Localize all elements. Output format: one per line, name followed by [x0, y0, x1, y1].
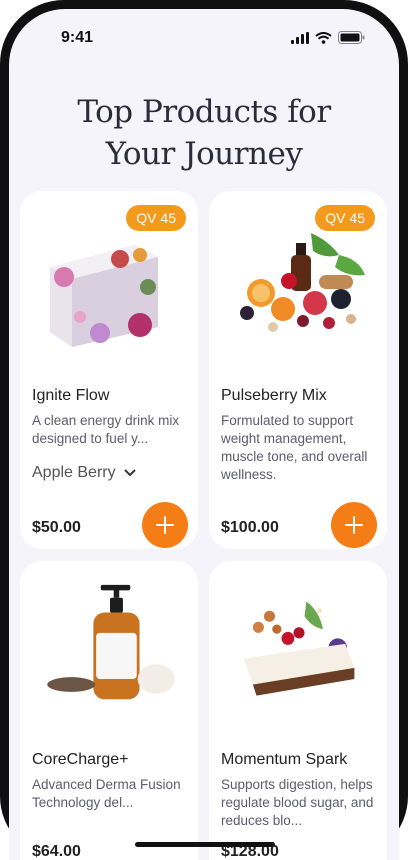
product-description: Formulated to support weight management,…: [221, 413, 368, 482]
phone-frame: 9:41 Top Products for Your Journey QV 45…: [0, 0, 408, 860]
product-card-pulseberry-mix[interactable]: QV 45 Pulseberry Mix Formulated to suppo…: [209, 191, 387, 549]
wifi-icon: [315, 31, 332, 44]
title-line-1: Top Products for: [77, 94, 331, 130]
page-title: Top Products for Your Journey: [9, 91, 399, 175]
home-indicator[interactable]: [135, 842, 275, 847]
product-card-corecharge[interactable]: CoreCharge+ Advanced Derma Fusion Techno…: [20, 561, 198, 860]
product-card-momentum-spark[interactable]: Momentum Spark Supports digestion, helps…: [209, 561, 387, 860]
add-to-cart-button[interactable]: [142, 502, 188, 548]
plus-icon: [156, 516, 174, 534]
product-image: [243, 601, 355, 696]
qv-badge: QV 45: [126, 205, 186, 231]
plus-icon: [345, 516, 363, 534]
add-to-cart-button[interactable]: [331, 502, 377, 548]
product-price: $50.00: [32, 519, 81, 536]
product-name: CoreCharge+: [32, 751, 129, 768]
product-description: Advanced Derma Fusion Technology del...: [32, 777, 181, 810]
status-icons: [291, 31, 365, 44]
title-line-2: Your Journey: [105, 136, 303, 172]
product-card-ignite-flow[interactable]: QV 45 Ignite Flow A clean energy drink m…: [20, 191, 198, 549]
product-name: Momentum Spark: [221, 751, 348, 768]
variant-selector[interactable]: Apple Berry: [32, 464, 136, 482]
signal-icon: [291, 31, 309, 44]
product-image: [240, 233, 365, 332]
variant-label: Apple Berry: [32, 464, 116, 481]
product-name: Pulseberry Mix: [221, 387, 327, 404]
product-name: Ignite Flow: [32, 387, 110, 404]
app-screen: 9:41 Top Products for Your Journey QV 45…: [9, 9, 399, 860]
qv-badge: QV 45: [315, 205, 375, 231]
product-price: $64.00: [32, 843, 81, 860]
product-image: [47, 584, 175, 700]
product-description: A clean energy drink mix designed to fue…: [32, 413, 180, 446]
product-description: Supports digestion, helps regulate blood…: [221, 777, 374, 828]
battery-icon: [338, 31, 365, 44]
chevron-down-icon: [123, 469, 136, 477]
product-image: [50, 245, 158, 347]
status-time: 9:41: [61, 29, 94, 46]
product-price: $100.00: [221, 519, 279, 536]
status-bar: 9:41: [9, 9, 399, 65]
